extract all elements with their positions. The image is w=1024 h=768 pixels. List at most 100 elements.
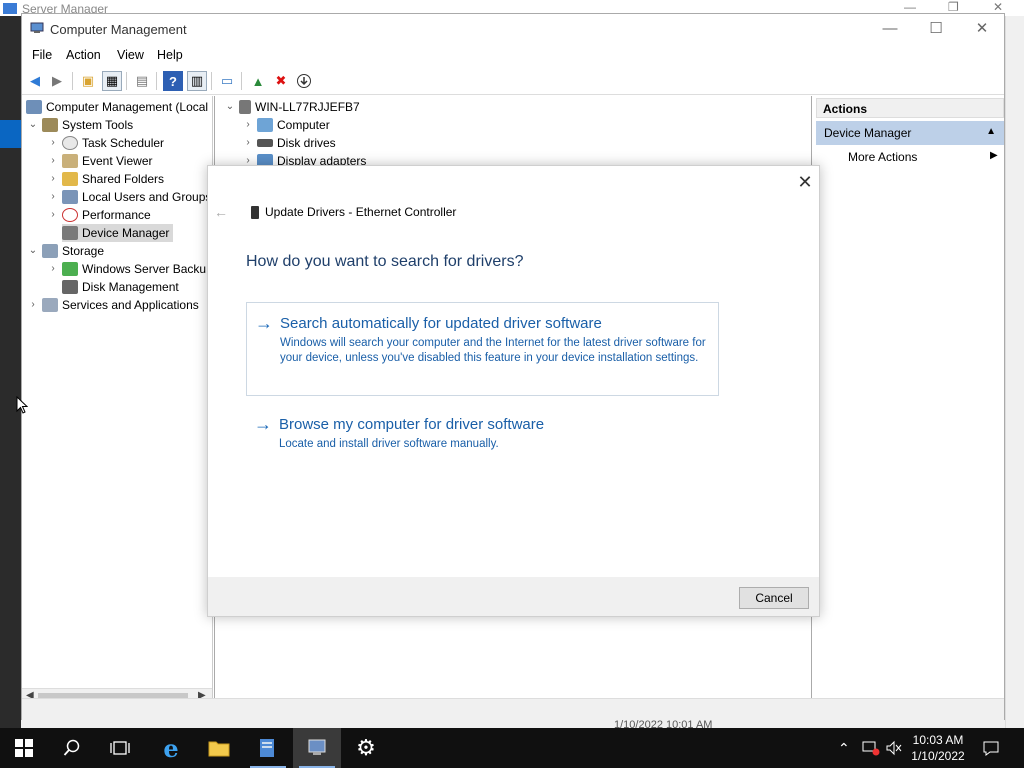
bg-close-icon[interactable]: ✕ bbox=[993, 0, 1003, 14]
option1-title: Search automatically for updated driver … bbox=[280, 315, 602, 332]
backup-icon bbox=[62, 262, 78, 276]
console-tree: Computer Management (Local ⌄ System Tool… bbox=[22, 96, 213, 706]
device-host[interactable]: ⌄ WIN-LL77RJJEFB7 bbox=[225, 98, 360, 116]
settings-button[interactable]: ⚙ bbox=[342, 728, 390, 768]
device-manager-icon bbox=[62, 226, 78, 240]
task-view-icon bbox=[110, 741, 130, 755]
device-category-computer[interactable]: › Computer bbox=[243, 116, 330, 134]
search-automatically-option[interactable]: → Search automatically for updated drive… bbox=[246, 302, 719, 396]
minimize-button[interactable]: — bbox=[867, 18, 913, 40]
tree-item-shared-folders[interactable]: › Shared Folders bbox=[48, 170, 164, 188]
ethernet-device-icon bbox=[251, 206, 259, 219]
task-view-button[interactable] bbox=[96, 728, 144, 768]
chevron-down-icon[interactable]: ⌄ bbox=[28, 242, 38, 260]
update-driver-icon[interactable]: ▲ bbox=[248, 71, 268, 91]
internet-explorer-button[interactable]: e bbox=[147, 728, 195, 768]
shared-folder-icon bbox=[62, 172, 78, 186]
back-arrow-icon[interactable]: ← bbox=[214, 204, 228, 220]
server-manager-button[interactable] bbox=[244, 728, 292, 768]
actions-section-device-manager[interactable]: Device Manager ▲ bbox=[816, 121, 1004, 145]
tree-item-event-viewer[interactable]: › Event Viewer bbox=[48, 152, 152, 170]
chevron-right-icon[interactable]: › bbox=[48, 134, 58, 152]
tree-item-services-apps[interactable]: › Services and Applications bbox=[28, 296, 199, 314]
start-button[interactable] bbox=[0, 728, 48, 768]
option2-title: Browse my computer for driver software bbox=[279, 416, 545, 433]
toolbar: ◀ ▶ ▣ ▦ ▤ ? ▥ ▭ ▲ ✖ bbox=[22, 67, 1004, 95]
action-center-button[interactable] bbox=[982, 728, 1000, 768]
tree-item-root[interactable]: Computer Management (Local bbox=[26, 98, 208, 116]
menu-view[interactable]: View bbox=[117, 48, 144, 62]
bg-minimize-icon[interactable]: — bbox=[904, 0, 916, 14]
disk-drive-icon bbox=[257, 139, 273, 147]
menu-bar: File Action View Help bbox=[22, 44, 1004, 66]
volume-tray-icon[interactable] bbox=[885, 728, 903, 768]
performance-icon bbox=[62, 208, 78, 222]
tree-item-task-scheduler[interactable]: › Task Scheduler bbox=[48, 134, 164, 152]
tree-item-local-users[interactable]: › Local Users and Groups bbox=[48, 188, 211, 206]
device-category-disk-drives[interactable]: › Disk drives bbox=[243, 134, 335, 152]
back-arrow-icon[interactable]: ◀ bbox=[25, 71, 45, 91]
chevron-right-icon[interactable]: › bbox=[48, 152, 58, 170]
chevron-right-icon[interactable]: › bbox=[243, 116, 253, 134]
tree-item-windows-backup[interactable]: › Windows Server Backu bbox=[48, 260, 206, 278]
bg-maximize-icon[interactable]: ❐ bbox=[948, 0, 959, 14]
tree-item-disk-management[interactable]: Disk Management bbox=[62, 278, 179, 296]
tree-item-performance[interactable]: › Performance bbox=[48, 206, 151, 224]
menu-file[interactable]: File bbox=[32, 48, 52, 62]
storage-icon bbox=[42, 244, 58, 258]
sidebar-active-item[interactable] bbox=[0, 120, 21, 148]
taskbar: e ⚙ ⌃ 10:03 AM 1/10/2022 bbox=[0, 728, 1024, 768]
network-tray-icon[interactable] bbox=[862, 728, 880, 768]
users-icon bbox=[62, 190, 78, 204]
host-computer-icon bbox=[239, 100, 251, 114]
tools-icon bbox=[42, 118, 58, 132]
collapse-arrow-icon[interactable]: ▲ bbox=[986, 126, 996, 137]
window-title: Computer Management bbox=[50, 22, 187, 37]
computer-management-icon bbox=[26, 100, 42, 114]
chevron-right-icon[interactable]: › bbox=[28, 296, 38, 314]
close-button[interactable]: ✕ bbox=[959, 18, 1005, 40]
server-manager-scrollbar[interactable] bbox=[1005, 16, 1024, 730]
chevron-down-icon[interactable]: ⌄ bbox=[28, 116, 38, 134]
tree-item-device-manager[interactable]: Device Manager bbox=[62, 224, 174, 242]
chevron-right-icon[interactable]: › bbox=[243, 134, 253, 152]
menu-help[interactable]: Help bbox=[157, 48, 183, 62]
help-icon[interactable]: ? bbox=[163, 71, 183, 91]
enable-device-icon[interactable] bbox=[294, 71, 314, 91]
notification-icon bbox=[983, 741, 999, 756]
folder-icon bbox=[208, 741, 230, 757]
chevron-right-icon[interactable]: › bbox=[48, 188, 58, 206]
event-log-icon bbox=[62, 154, 78, 168]
menu-action[interactable]: Action bbox=[66, 48, 101, 62]
computer-management-taskbar-button[interactable] bbox=[293, 728, 341, 768]
properties-icon[interactable]: ▤ bbox=[132, 71, 152, 91]
chevron-right-icon[interactable]: › bbox=[48, 206, 58, 224]
chevron-right-icon[interactable]: › bbox=[48, 260, 58, 278]
more-actions-item[interactable]: More Actions bbox=[848, 150, 917, 164]
forward-arrow-icon[interactable]: ▶ bbox=[47, 71, 67, 91]
chevron-up-icon: ⌃ bbox=[838, 739, 850, 756]
dialog-close-button[interactable]: ✕ bbox=[795, 172, 815, 192]
computer-management-icon bbox=[30, 22, 44, 33]
file-explorer-button[interactable] bbox=[195, 728, 243, 768]
chevron-right-icon[interactable]: › bbox=[48, 170, 58, 188]
tree-item-system-tools[interactable]: ⌄ System Tools bbox=[28, 116, 133, 134]
titlebar: Computer Management — ☐ ✕ bbox=[22, 14, 1004, 44]
maximize-button[interactable]: ☐ bbox=[913, 18, 959, 40]
action-pane-icon[interactable]: ▥ bbox=[187, 71, 207, 91]
up-folder-icon[interactable]: ▣ bbox=[78, 71, 98, 91]
scan-hardware-icon[interactable]: ▭ bbox=[217, 71, 237, 91]
browse-computer-option[interactable]: → Browse my computer for driver software… bbox=[246, 404, 719, 456]
computer-management-icon bbox=[308, 739, 326, 755]
cancel-button[interactable]: Cancel bbox=[739, 587, 809, 609]
chevron-down-icon[interactable]: ⌄ bbox=[225, 98, 235, 116]
network-error-icon bbox=[862, 741, 880, 756]
tree-item-storage[interactable]: ⌄ Storage bbox=[28, 242, 104, 260]
taskbar-clock[interactable]: 10:03 AM 1/10/2022 bbox=[906, 732, 970, 764]
uninstall-device-icon[interactable]: ✖ bbox=[271, 71, 291, 91]
show-hide-tree-icon[interactable]: ▦ bbox=[102, 71, 122, 91]
search-button[interactable] bbox=[48, 728, 96, 768]
show-hidden-icons[interactable]: ⌃ bbox=[838, 728, 850, 768]
internet-explorer-icon: e bbox=[163, 733, 179, 763]
submenu-arrow-icon[interactable]: ▶ bbox=[990, 150, 998, 161]
